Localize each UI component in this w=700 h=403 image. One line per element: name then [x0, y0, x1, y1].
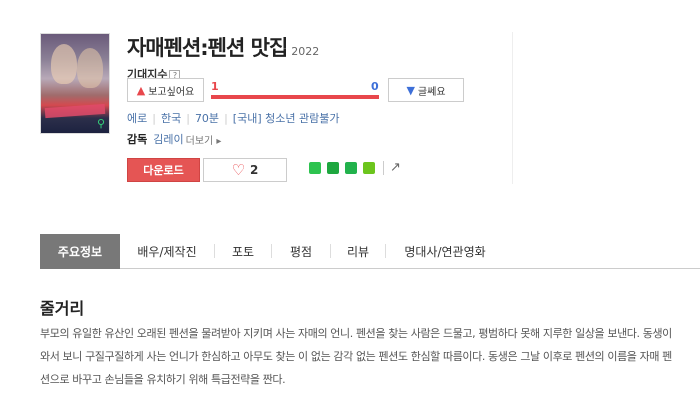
- download-button[interactable]: 다운로드: [127, 158, 200, 182]
- director-name-link[interactable]: 김레이: [153, 131, 183, 147]
- kakao-share-icon[interactable]: [327, 161, 339, 174]
- movie-title: 자매펜션:펜션 맛집: [127, 36, 288, 60]
- line-share-icon[interactable]: [309, 161, 321, 174]
- heart-icon: ♡: [231, 160, 246, 179]
- not-sure-button[interactable]: ▼ 글쎄요: [388, 78, 464, 102]
- expectation-bar-fill: [211, 95, 379, 99]
- tab-main-info[interactable]: 주요정보: [40, 234, 120, 269]
- country-link[interactable]: 한국: [161, 110, 181, 126]
- info-divider: [512, 32, 513, 184]
- tab-rating[interactable]: 평점: [272, 234, 330, 269]
- movie-year: 2022: [291, 45, 320, 58]
- meta-divider: |: [224, 111, 228, 125]
- tab-cast[interactable]: 배우/제작진: [120, 234, 214, 269]
- share-divider: [383, 160, 384, 175]
- tab-quotes-related[interactable]: 명대사/연관영화: [386, 234, 504, 269]
- meta-divider: |: [152, 111, 156, 125]
- not-sure-label: 글쎄요: [417, 86, 446, 98]
- expectation-bar: [211, 95, 379, 99]
- thumb-up-icon: ▲: [136, 83, 146, 97]
- want-to-see-label: 보고싶어요: [148, 86, 195, 98]
- naver-share-icon[interactable]: [363, 161, 375, 174]
- tab-review[interactable]: 리뷰: [331, 234, 385, 269]
- tab-bar: 주요정보 배우/제작진 포토 평점 리뷰 명대사/연관영화: [40, 234, 700, 269]
- like-button[interactable]: ♡ 2: [203, 158, 287, 182]
- director-row: 감독 김레이 더보기 ▸: [127, 131, 221, 147]
- director-label: 감독: [127, 133, 148, 146]
- poster-title-band: [44, 103, 106, 119]
- tab-separator: [271, 234, 272, 268]
- synopsis-text: 부모의 유일한 유산인 오래된 펜션을 물려받아 지키며 사는 자매의 언니. …: [40, 327, 672, 386]
- synopsis-heading: 줄거리: [40, 299, 85, 318]
- share-icon[interactable]: ↗: [390, 160, 401, 175]
- movie-poster[interactable]: ⚲: [40, 33, 110, 134]
- title-row: 자매펜션:펜션 맛집 2022: [127, 32, 319, 62]
- director-more-link[interactable]: 더보기 ▸: [186, 132, 222, 147]
- want-to-see-button[interactable]: ▲ 보고싶어요: [127, 78, 204, 102]
- tab-separator: [214, 234, 215, 268]
- poster-figure: [77, 48, 103, 88]
- genre-link[interactable]: 에로: [127, 110, 147, 126]
- tab-separator: [330, 234, 331, 268]
- hmm-count: 0: [371, 80, 379, 93]
- rating-link[interactable]: [국내] 청소년 관람불가: [233, 110, 340, 126]
- runtime: 70분: [194, 112, 220, 125]
- thumb-down-icon: ▼: [406, 83, 415, 97]
- zoom-icon[interactable]: ⚲: [97, 118, 105, 129]
- tab-photo[interactable]: 포토: [215, 234, 271, 269]
- movie-meta: 에로 | 한국 | 70분 | [국내] 청소년 관람불가: [127, 110, 339, 126]
- tab-separator: [385, 234, 386, 268]
- band-share-icon[interactable]: [345, 161, 357, 174]
- like-count: 2: [250, 163, 259, 177]
- poster-figure: [51, 44, 77, 84]
- want-count: 1: [211, 80, 219, 93]
- meta-divider: |: [186, 111, 190, 125]
- share-row: ↗: [309, 160, 401, 175]
